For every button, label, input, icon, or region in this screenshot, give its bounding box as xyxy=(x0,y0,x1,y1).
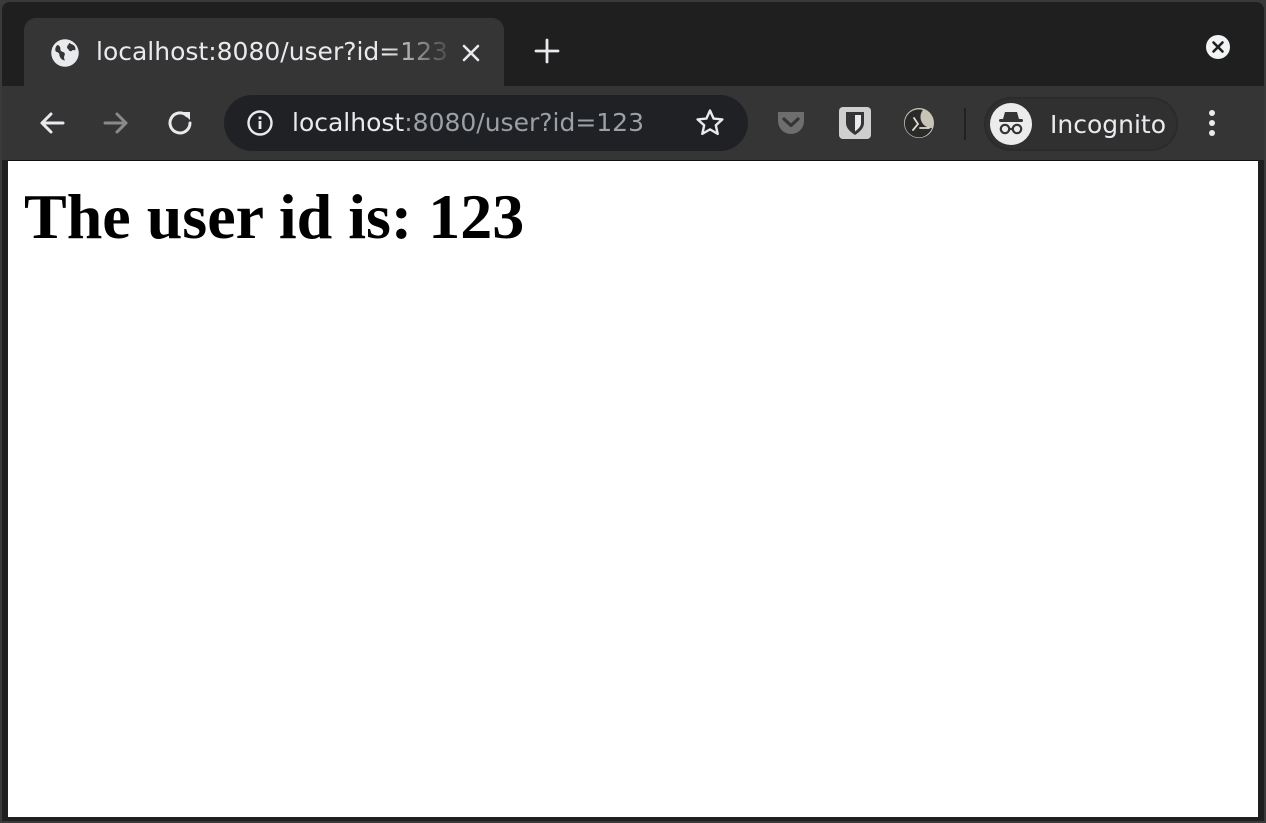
arrow-left-icon xyxy=(40,112,65,134)
incognito-label: Incognito xyxy=(1050,110,1167,139)
new-tab-button[interactable] xyxy=(532,36,562,66)
window-close-button[interactable] xyxy=(1204,33,1232,61)
more-vertical-icon xyxy=(1209,110,1215,136)
page-heading: The user id is: 123 xyxy=(24,181,525,252)
back-button[interactable] xyxy=(34,105,70,141)
window-close-icon xyxy=(1206,35,1230,59)
incognito-icon xyxy=(990,103,1032,145)
url-host: localhost xyxy=(292,108,405,137)
tab-strip: localhost:8080/user?id=123 xyxy=(2,2,1264,86)
address-bar[interactable]: localhost:8080/user?id=123 xyxy=(224,95,748,151)
reload-icon xyxy=(168,111,192,135)
incognito-profile-button[interactable]: Incognito xyxy=(984,97,1178,151)
menu-button[interactable] xyxy=(1198,105,1226,141)
page-content: The user id is: 123 xyxy=(8,160,1258,817)
star-icon[interactable] xyxy=(694,107,726,139)
globe-icon xyxy=(50,38,80,68)
arrow-right-icon xyxy=(103,112,128,134)
toolbar: localhost:8080/user?id=123 Incognito xyxy=(2,86,1264,160)
plus-icon xyxy=(534,38,560,64)
info-icon[interactable] xyxy=(246,109,274,137)
tab-title: localhost:8080/user?id=123 xyxy=(96,37,448,66)
tab-active[interactable]: localhost:8080/user?id=123 xyxy=(24,18,504,86)
bitwarden-icon[interactable] xyxy=(838,106,872,140)
dark-reader-icon[interactable] xyxy=(902,106,936,140)
url-text[interactable]: localhost:8080/user?id=123 xyxy=(292,105,644,141)
browser-window: localhost:8080/user?id=123 localhost:808… xyxy=(2,2,1264,821)
toolbar-separator xyxy=(964,108,966,140)
reload-button[interactable] xyxy=(162,105,198,141)
close-icon[interactable] xyxy=(460,42,482,64)
forward-button[interactable] xyxy=(98,105,134,141)
pocket-icon[interactable] xyxy=(774,106,808,140)
url-path: :8080/user?id=123 xyxy=(404,108,644,137)
